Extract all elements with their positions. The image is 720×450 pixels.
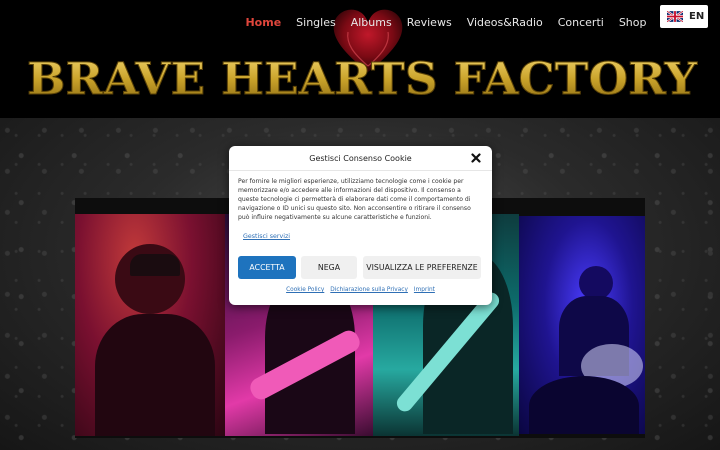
nav-item-reviews[interactable]: Reviews: [399, 16, 459, 30]
photo-drummer: [519, 216, 645, 434]
nav-item-videos-radio[interactable]: Videos&Radio: [459, 16, 550, 30]
accept-button[interactable]: ACCETTA: [238, 256, 296, 279]
site-logo[interactable]: BRAVE HEARTS FACTORY: [24, 50, 700, 114]
logo-text: BRAVE HEARTS FACTORY: [27, 54, 698, 105]
language-switcher[interactable]: EN: [660, 5, 708, 28]
imprint-link[interactable]: Imprint: [414, 287, 435, 293]
dialog-divider: [229, 170, 492, 171]
cookie-policy-link[interactable]: Cookie Policy: [286, 287, 324, 293]
dialog-footer-links: Cookie Policy Dichiarazione sulla Privac…: [229, 287, 492, 293]
manage-services-link[interactable]: Gestisci servizi: [243, 233, 290, 240]
photo-singer: [75, 214, 225, 436]
close-icon[interactable]: [471, 153, 481, 163]
nav-item-shop[interactable]: Shop: [611, 16, 654, 30]
nav-item-singles[interactable]: Singles: [289, 16, 344, 30]
nav-item-albums[interactable]: Albums: [343, 16, 399, 30]
uk-flag-icon: [667, 11, 683, 22]
privacy-statement-link[interactable]: Dichiarazione sulla Privacy: [330, 287, 408, 293]
view-preferences-button[interactable]: VISUALIZZA LE PREFERENZE: [363, 256, 481, 279]
dialog-body: Per fornire le migliori esperienze, util…: [238, 178, 471, 221]
dialog-title: Gestisci Consenso Cookie: [309, 154, 412, 163]
language-label: EN: [689, 11, 705, 22]
main-nav: Home Singles Albums Reviews Videos&Radio…: [238, 16, 654, 30]
site-header: Home Singles Albums Reviews Videos&Radio…: [0, 0, 720, 118]
deny-button[interactable]: NEGA: [301, 256, 357, 279]
nav-item-home[interactable]: Home: [238, 16, 289, 30]
nav-item-concerti[interactable]: Concerti: [550, 16, 611, 30]
cookie-consent-dialog: Gestisci Consenso Cookie Per fornire le …: [229, 146, 492, 305]
